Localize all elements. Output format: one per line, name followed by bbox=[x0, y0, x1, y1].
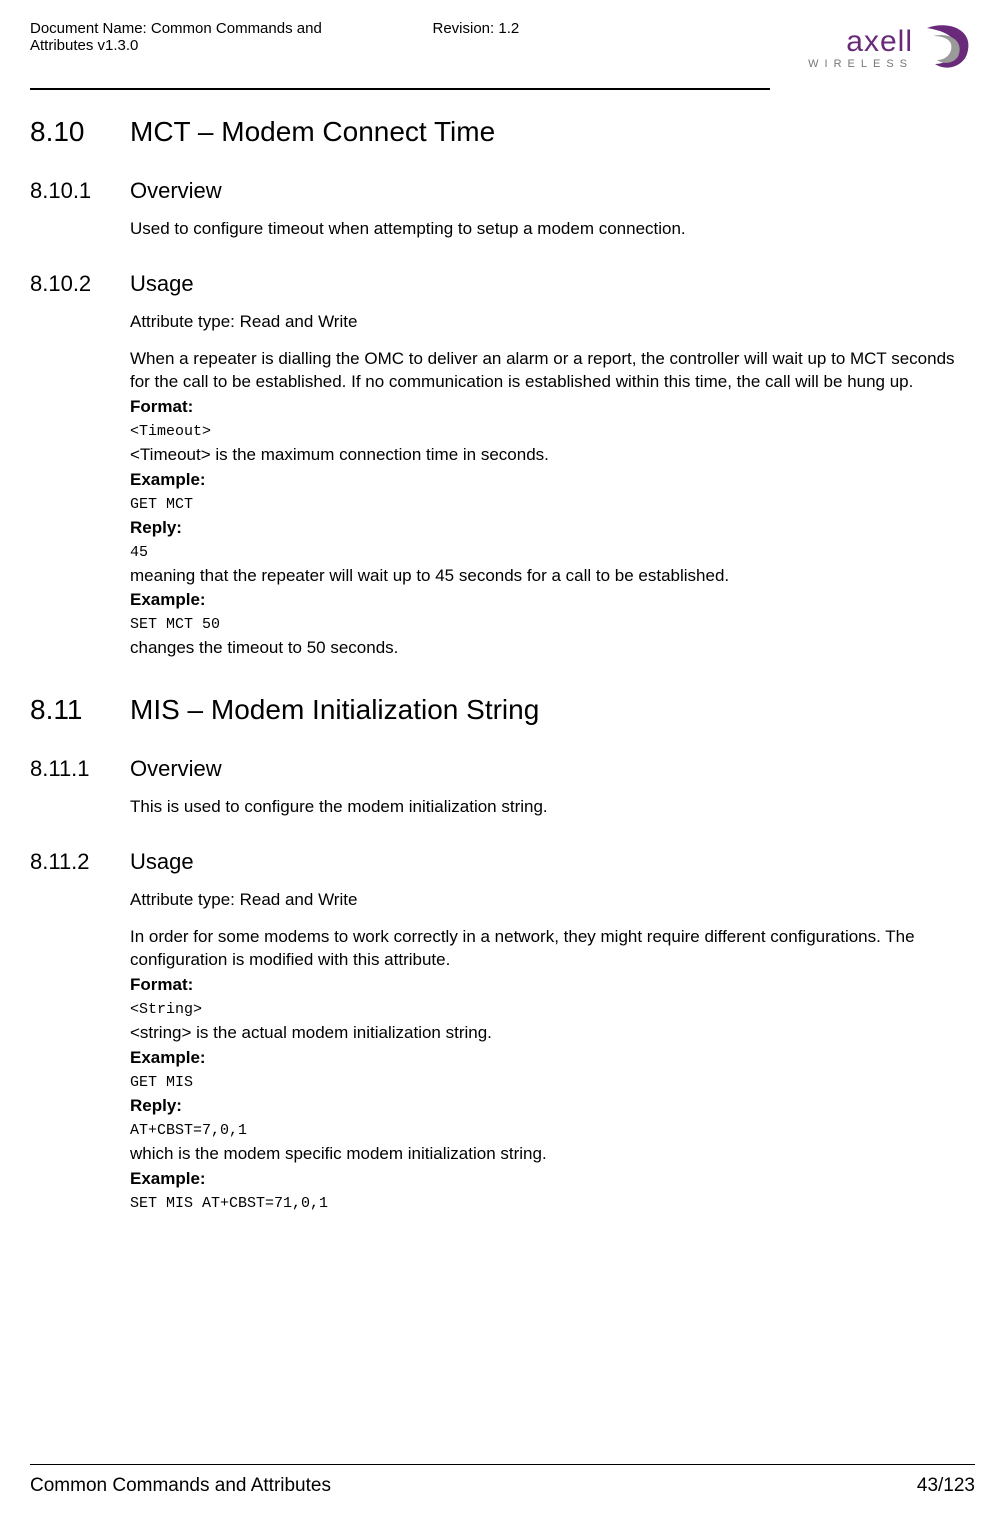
section-heading-810: 8.10 MCT – Modem Connect Time bbox=[30, 116, 975, 148]
example-value: GET MCT bbox=[130, 496, 975, 513]
subsection-heading-8102: 8.10.2 Usage bbox=[30, 271, 975, 297]
section-title: MCT – Modem Connect Time bbox=[130, 116, 495, 148]
reply-label: Reply: bbox=[130, 1095, 975, 1118]
format-label: Format: bbox=[130, 974, 975, 997]
example-value: SET MIS AT+CBST=71,0,1 bbox=[130, 1195, 975, 1212]
paragraph: <Timeout> is the maximum connection time… bbox=[130, 444, 975, 467]
subsection-title: Usage bbox=[130, 271, 194, 297]
paragraph: meaning that the repeater will wait up t… bbox=[130, 565, 975, 588]
section-heading-811: 8.11 MIS – Modem Initialization String bbox=[30, 694, 975, 726]
paragraph: When a repeater is dialling the OMC to d… bbox=[130, 348, 975, 394]
doc-revision: Revision: 1.2 bbox=[373, 20, 776, 37]
subsection-number: 8.11.2 bbox=[30, 849, 130, 875]
page-header: Document Name: Common Commands and Attri… bbox=[30, 20, 975, 84]
example-label: Example: bbox=[130, 469, 975, 492]
example-label: Example: bbox=[130, 1047, 975, 1070]
subsection-title: Overview bbox=[130, 756, 222, 782]
reply-label: Reply: bbox=[130, 517, 975, 540]
logo-sub-text: WIRELESS bbox=[808, 59, 913, 70]
attribute-type: Attribute type: Read and Write bbox=[130, 889, 975, 912]
doc-name: Document Name: Common Commands and Attri… bbox=[30, 20, 373, 54]
example-label: Example: bbox=[130, 1168, 975, 1191]
paragraph: This is used to configure the modem init… bbox=[130, 796, 975, 819]
section-number: 8.10 bbox=[30, 116, 130, 148]
section-number: 8.11 bbox=[30, 694, 130, 726]
section-title: MIS – Modem Initialization String bbox=[130, 694, 539, 726]
attribute-type: Attribute type: Read and Write bbox=[130, 311, 975, 334]
paragraph: <string> is the actual modem initializat… bbox=[130, 1022, 975, 1045]
subsection-title: Usage bbox=[130, 849, 194, 875]
format-value: <Timeout> bbox=[130, 423, 975, 440]
footer-left: Common Commands and Attributes bbox=[30, 1475, 331, 1497]
example-value: GET MIS bbox=[130, 1074, 975, 1091]
subsection-heading-8111: 8.11.1 Overview bbox=[30, 756, 975, 782]
page-footer: Common Commands and Attributes 43/123 bbox=[30, 1464, 975, 1497]
subsection-number: 8.11.1 bbox=[30, 756, 130, 782]
header-rule bbox=[30, 88, 770, 90]
subsection-number: 8.10.2 bbox=[30, 271, 130, 297]
reply-value: AT+CBST=7,0,1 bbox=[130, 1122, 975, 1139]
paragraph: which is the modem specific modem initia… bbox=[130, 1143, 975, 1166]
footer-right: 43/123 bbox=[917, 1475, 975, 1497]
subsection-title: Overview bbox=[130, 178, 222, 204]
paragraph: In order for some modems to work correct… bbox=[130, 926, 975, 972]
subsection-heading-8101: 8.10.1 Overview bbox=[30, 178, 975, 204]
example-label: Example: bbox=[130, 589, 975, 612]
example-value: SET MCT 50 bbox=[130, 616, 975, 633]
logo-main-text: axell bbox=[846, 27, 913, 57]
logo-swirl-icon bbox=[919, 20, 975, 76]
format-value: <String> bbox=[130, 1001, 975, 1018]
logo: axell WIRELESS bbox=[775, 20, 975, 76]
page-content: 8.10 MCT – Modem Connect Time 8.10.1 Ove… bbox=[30, 116, 975, 1212]
reply-value: 45 bbox=[130, 544, 975, 561]
paragraph: changes the timeout to 50 seconds. bbox=[130, 637, 975, 660]
paragraph: Used to configure timeout when attemptin… bbox=[130, 218, 975, 241]
subsection-heading-8112: 8.11.2 Usage bbox=[30, 849, 975, 875]
format-label: Format: bbox=[130, 396, 975, 419]
subsection-number: 8.10.1 bbox=[30, 178, 130, 204]
